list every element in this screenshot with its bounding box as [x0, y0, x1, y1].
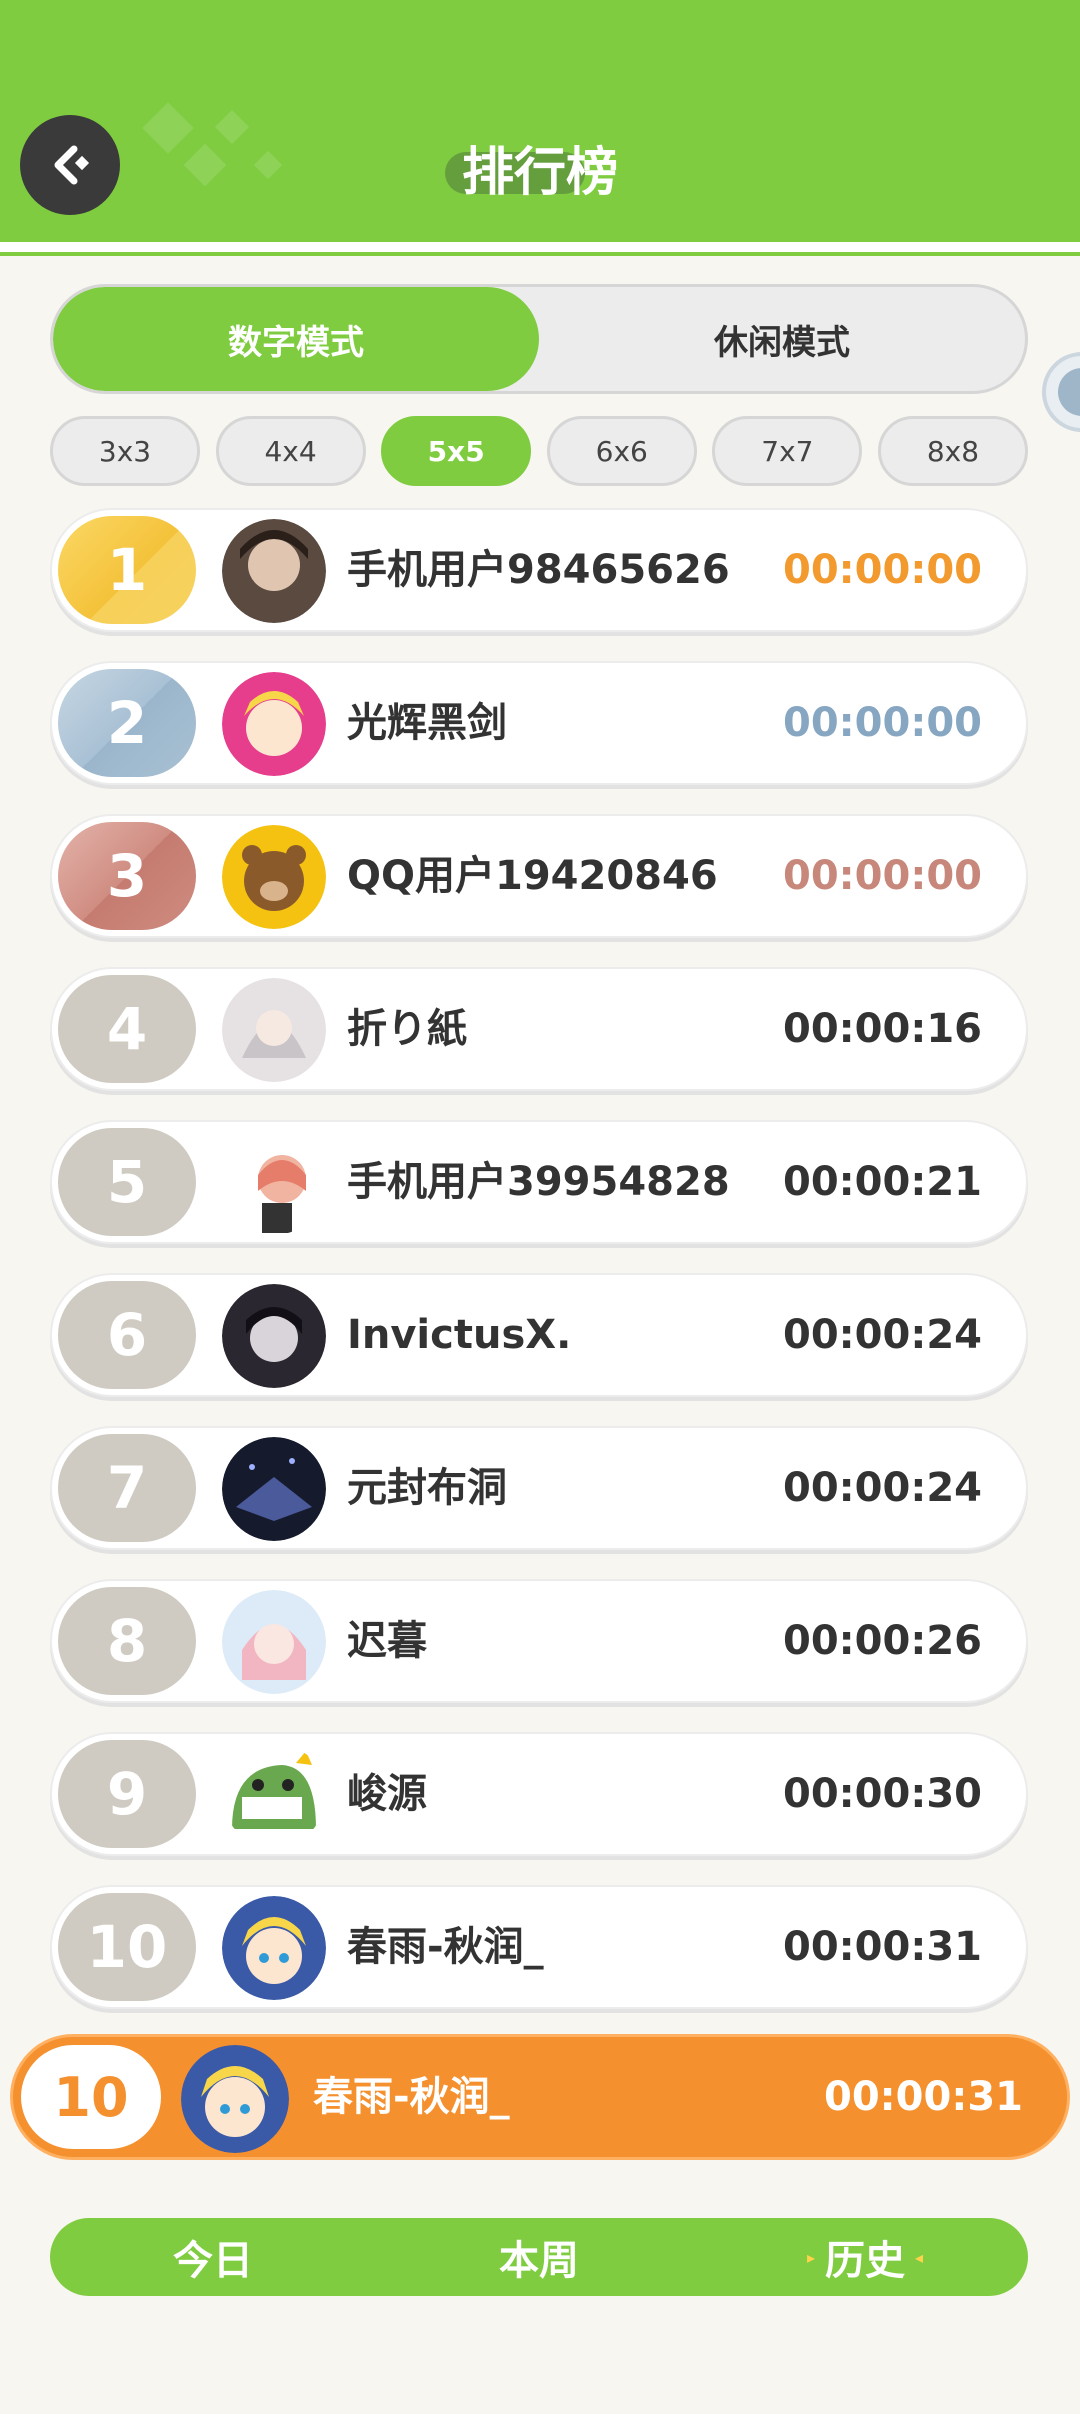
player-name: 手机用户39954828 — [347, 1159, 730, 1205]
avatar — [222, 1896, 326, 2000]
player-name: 元封布洞 — [347, 1465, 507, 1511]
tab-today-label: 今日 — [173, 2238, 253, 2284]
leaderboard-row[interactable]: 5 手机用户39954828 00:00:21 — [50, 1120, 1028, 1244]
rank-badge: 2 — [58, 669, 196, 777]
player-name: 折り紙 — [347, 1006, 467, 1052]
player-name: QQ用户19420846 — [347, 853, 718, 899]
tab-this-week-label: 本周 — [499, 2238, 579, 2284]
player-name: 迟暮 — [347, 1618, 427, 1664]
tab-history[interactable]: ▸ 历史 ◂ — [702, 2218, 1028, 2296]
side-float-button[interactable] — [1042, 352, 1080, 432]
tab-digital-mode[interactable]: 数字模式 — [53, 287, 539, 391]
avatar — [222, 1743, 326, 1847]
avatar — [222, 1131, 326, 1235]
tab-today[interactable]: 今日 — [50, 2218, 376, 2296]
leaderboard-row[interactable]: 3 QQ用户19420846 00:00:00 — [50, 814, 1028, 938]
avatar — [181, 2045, 289, 2153]
player-name: 峻源 — [347, 1771, 427, 1817]
player-time: 00:00:30 — [783, 1771, 982, 1817]
avatar — [222, 1590, 326, 1694]
rank-badge: 4 — [58, 975, 196, 1083]
player-time: 00:00:00 — [783, 547, 982, 593]
rank-badge: 8 — [58, 1587, 196, 1695]
player-time: 00:00:24 — [783, 1312, 982, 1358]
player-name: 春雨-秋润_ — [347, 1924, 544, 1970]
tab-this-week[interactable]: 本周 — [376, 2218, 702, 2296]
size-chips: 3x3 4x4 5x5 6x6 7x7 8x8 — [50, 416, 1028, 486]
leaderboard-row[interactable]: 2 光辉黑剑 00:00:00 — [50, 661, 1028, 785]
size-chip-4x4[interactable]: 4x4 — [215, 416, 366, 486]
leaderboard-row[interactable]: 9 峻源 00:00:30 — [50, 1732, 1028, 1856]
rank-badge: 5 — [58, 1128, 196, 1236]
selected-arrow-left-icon: ▸ — [806, 2247, 815, 2267]
player-time: 00:00:00 — [783, 853, 982, 899]
leaderboard-row[interactable]: 6 InvictusX. 00:00:24 — [50, 1273, 1028, 1397]
avatar — [222, 1437, 326, 1541]
rank-badge: 7 — [58, 1434, 196, 1542]
leaderboard-row[interactable]: 1 手机用户98465626 00:00:00 — [50, 508, 1028, 632]
my-player-name: 春雨-秋润_ — [313, 2074, 510, 2120]
header-divider-accent — [0, 252, 1080, 256]
period-tabs: 今日 本周 ▸ 历史 ◂ — [50, 2218, 1028, 2296]
leaderboard-row[interactable]: 10 春雨-秋润_ 00:00:31 — [50, 1885, 1028, 2009]
avatar — [222, 1284, 326, 1388]
tab-history-label: 历史 — [825, 2238, 905, 2284]
selected-arrow-right-icon: ◂ — [915, 2247, 924, 2267]
header-divider — [0, 242, 1080, 252]
size-chip-5x5[interactable]: 5x5 — [381, 416, 532, 486]
leaderboard-list: 1 手机用户98465626 00:00:00 2 光辉黑剑 00:00:00 … — [50, 508, 1028, 2038]
player-name: 手机用户98465626 — [347, 547, 730, 593]
my-player-time: 00:00:31 — [824, 2074, 1023, 2120]
size-chip-7x7[interactable]: 7x7 — [712, 416, 863, 486]
header-bar: 排行榜 — [0, 0, 1080, 242]
player-name: 光辉黑剑 — [347, 700, 507, 746]
player-time: 00:00:26 — [783, 1618, 982, 1664]
tab-casual-mode[interactable]: 休闲模式 — [539, 287, 1025, 391]
rank-badge: 9 — [58, 1740, 196, 1848]
player-time: 00:00:24 — [783, 1465, 982, 1511]
leaderboard-row[interactable]: 4 折り紙 00:00:16 — [50, 967, 1028, 1091]
page-title: 排行榜 — [461, 143, 618, 203]
player-time: 00:00:31 — [783, 1924, 982, 1970]
mode-tabs: 数字模式 休闲模式 — [50, 284, 1028, 394]
my-rank-row[interactable]: 10 春雨-秋润_ 00:00:31 — [10, 2034, 1070, 2160]
my-rank-badge: 10 — [21, 2045, 161, 2149]
player-time: 00:00:00 — [783, 700, 982, 746]
rank-badge: 10 — [58, 1893, 196, 2001]
avatar — [222, 519, 326, 623]
rank-badge: 6 — [58, 1281, 196, 1389]
size-chip-6x6[interactable]: 6x6 — [546, 416, 697, 486]
avatar — [222, 825, 326, 929]
rank-badge: 3 — [58, 822, 196, 930]
avatar — [222, 978, 326, 1082]
avatar — [222, 672, 326, 776]
leaderboard-row[interactable]: 8 迟暮 00:00:26 — [50, 1579, 1028, 1703]
rank-badge: 1 — [58, 516, 196, 624]
player-time: 00:00:21 — [783, 1159, 982, 1205]
size-chip-8x8[interactable]: 8x8 — [877, 416, 1028, 486]
leaderboard-row[interactable]: 7 元封布洞 00:00:24 — [50, 1426, 1028, 1550]
player-time: 00:00:16 — [783, 1006, 982, 1052]
size-chip-3x3[interactable]: 3x3 — [50, 416, 200, 486]
player-name: InvictusX. — [347, 1312, 572, 1358]
